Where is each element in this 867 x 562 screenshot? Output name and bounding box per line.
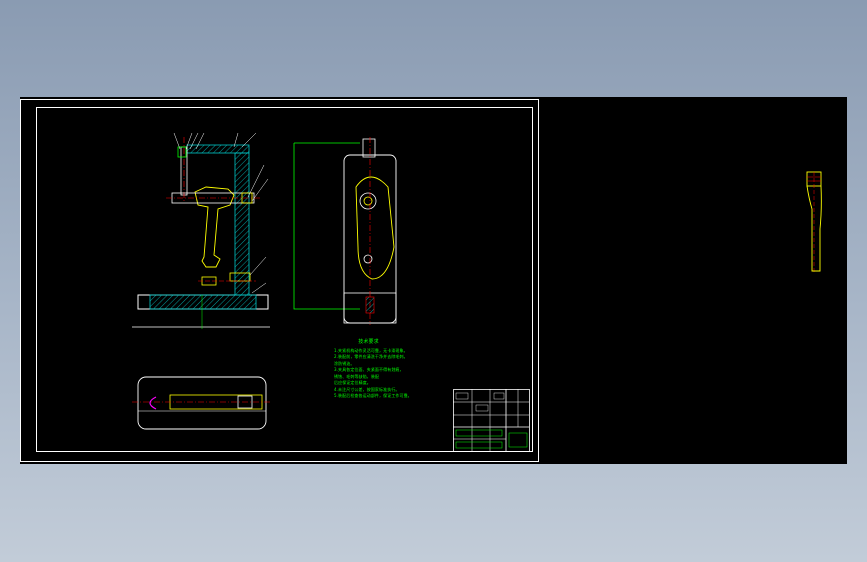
top-view: [132, 376, 270, 430]
cad-drawing-viewport[interactable]: 技术要求 1.夹紧机构动作灵活可靠，无卡滞现象。 2.装配前，零件应清洗干净并去…: [20, 97, 847, 464]
sheet-outer-border: [20, 99, 539, 462]
column: [234, 152, 250, 296]
note-line: 3.夹具各定位面、夹紧面不得有划痕，: [334, 367, 404, 372]
side-pivot: [359, 192, 377, 210]
side-lever: [355, 176, 395, 280]
title-block-grid: [453, 389, 530, 452]
note-line: 2.装配前，零件应清洗干净并去除毛刺。: [334, 354, 408, 359]
clamp-lever: [194, 186, 235, 268]
base-plate-hatch: [149, 294, 257, 310]
top-slot-left: [149, 396, 157, 410]
technical-notes: 技术要求 1.夹紧机构动作灵活可靠，无卡滞现象。 2.装配前，零件应清洗干净并去…: [334, 339, 409, 400]
side-dimension: [293, 142, 360, 310]
top-screw: [169, 394, 263, 410]
dimension-mark: [177, 146, 187, 158]
detail-part-drawing: [806, 171, 822, 274]
technical-notes-title: 技术要求: [358, 339, 379, 345]
sheet-inner-border: [36, 107, 533, 452]
top-base: [137, 376, 267, 430]
front-view: [132, 132, 270, 329]
note-line: 5.装配后检查各运动部件，保证工作可靠。: [334, 393, 409, 398]
drawing-sheet: [20, 99, 539, 462]
cad-window-background: { "drawing": { "notes": { "title": "技术要求…: [0, 0, 867, 562]
side-view: [293, 137, 397, 325]
top-arm: [186, 144, 250, 154]
side-top-pin: [362, 138, 376, 158]
